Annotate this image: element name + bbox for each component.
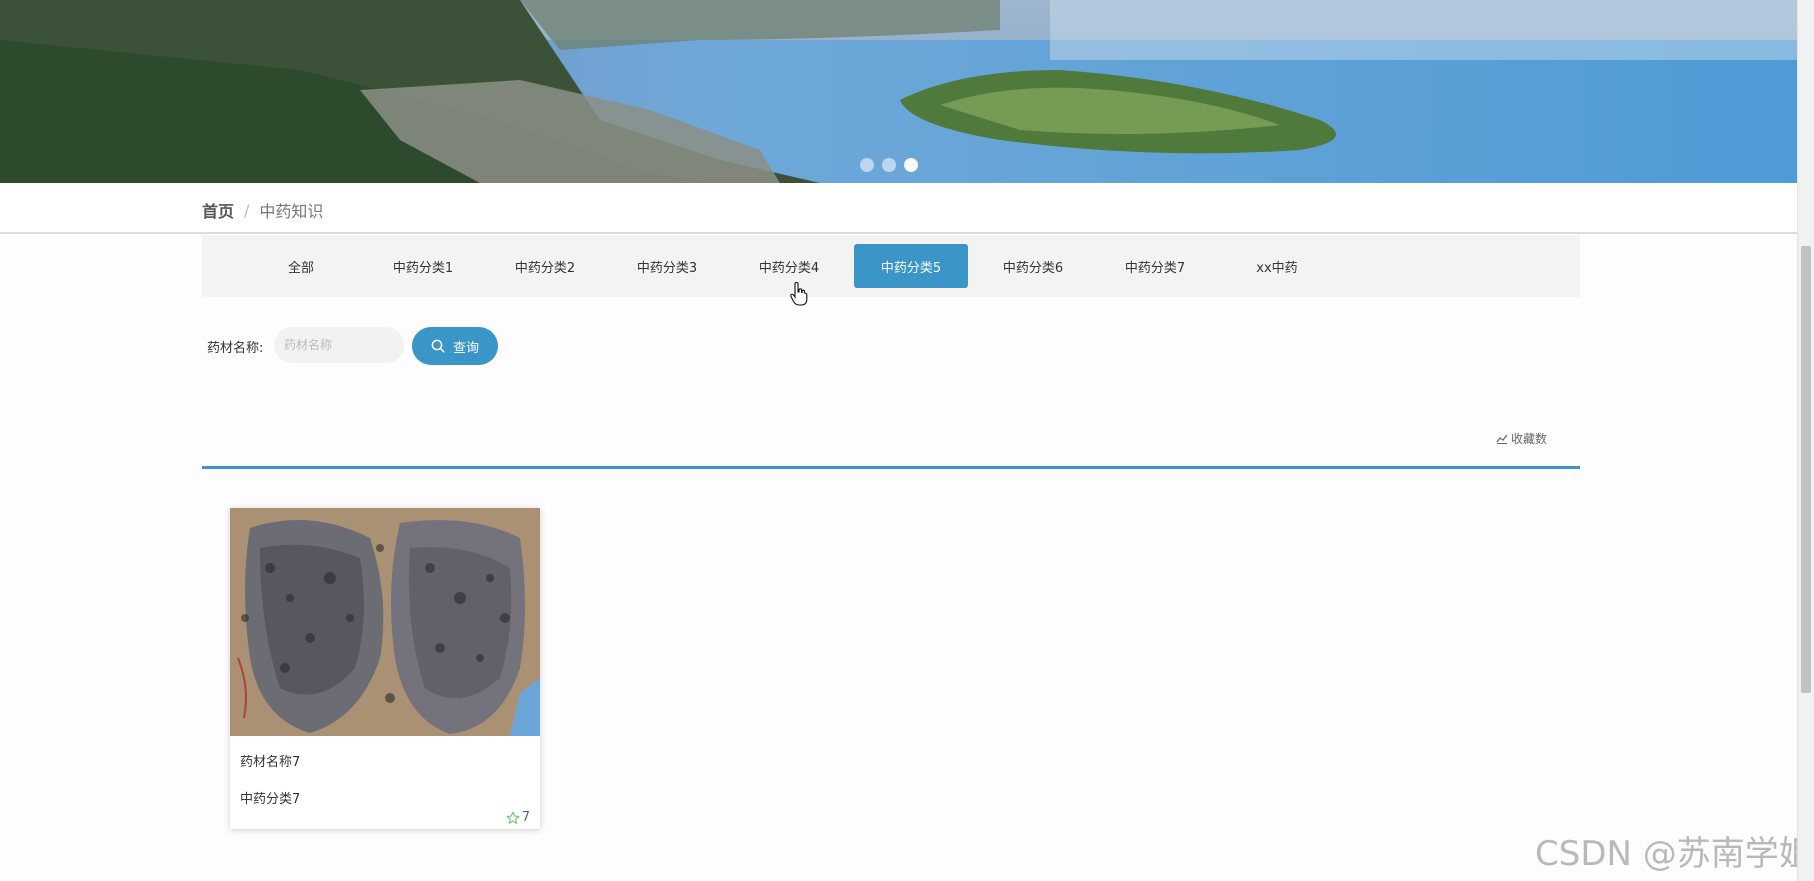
star-icon	[506, 811, 520, 824]
section-divider	[202, 466, 1580, 469]
search-button[interactable]: 查询	[412, 327, 498, 365]
favorite-count[interactable]: 7	[506, 810, 530, 825]
search-icon	[431, 339, 445, 353]
tab-category-4[interactable]: 中药分类4	[732, 244, 846, 288]
carousel-dots	[860, 158, 918, 172]
breadcrumb-bar: 首页 / 中药知识	[0, 183, 1798, 234]
page-scrollbar[interactable]	[1797, 0, 1814, 881]
tab-category-3[interactable]: 中药分类3	[610, 244, 724, 288]
sort-label: 收藏数	[1511, 432, 1548, 446]
banner-landscape-image	[0, 0, 1798, 183]
carousel-dot[interactable]	[860, 158, 874, 172]
medicine-card[interactable]: 药材名称7 中药分类7 7	[230, 508, 540, 829]
search-button-label: 查询	[452, 340, 479, 356]
chart-icon	[1496, 434, 1508, 444]
medicine-image[interactable]	[230, 508, 540, 736]
medicine-name: 药材名称7	[240, 755, 301, 770]
tab-category-2[interactable]: 中药分类2	[488, 244, 602, 288]
tab-category-5[interactable]: 中药分类5	[854, 244, 968, 288]
medicine-category: 中药分类7	[240, 792, 301, 807]
tab-category-6[interactable]: 中药分类6	[976, 244, 1090, 288]
sort-by-favorites[interactable]: 收藏数	[1496, 430, 1547, 447]
tab-category-7[interactable]: 中药分类7	[1098, 244, 1212, 288]
scrollbar-thumb[interactable]	[1801, 246, 1811, 693]
favorite-count-value: 7	[521, 810, 530, 825]
tab-category-1[interactable]: 中药分类1	[366, 244, 480, 288]
breadcrumb: 首页 / 中药知识	[202, 198, 323, 222]
hand-cursor-icon	[790, 282, 808, 306]
carousel-dot-active[interactable]	[904, 158, 918, 172]
carousel-dot[interactable]	[882, 158, 896, 172]
breadcrumb-home[interactable]: 首页	[202, 198, 234, 222]
breadcrumb-current: 中药知识	[259, 202, 324, 221]
breadcrumb-separator: /	[244, 200, 250, 220]
search-label: 药材名称:	[207, 341, 264, 356]
medicine-name-input[interactable]	[274, 327, 404, 363]
tab-xx-medicine[interactable]: xx中药	[1220, 244, 1334, 288]
hero-banner	[0, 0, 1798, 183]
category-tabs: 全部 中药分类1 中药分类2 中药分类3 中药分类4 中药分类5 中药分类6 中…	[202, 235, 1580, 297]
tab-all[interactable]: 全部	[244, 244, 358, 288]
watermark-text: CSDN @苏南学姐	[1535, 834, 1813, 874]
